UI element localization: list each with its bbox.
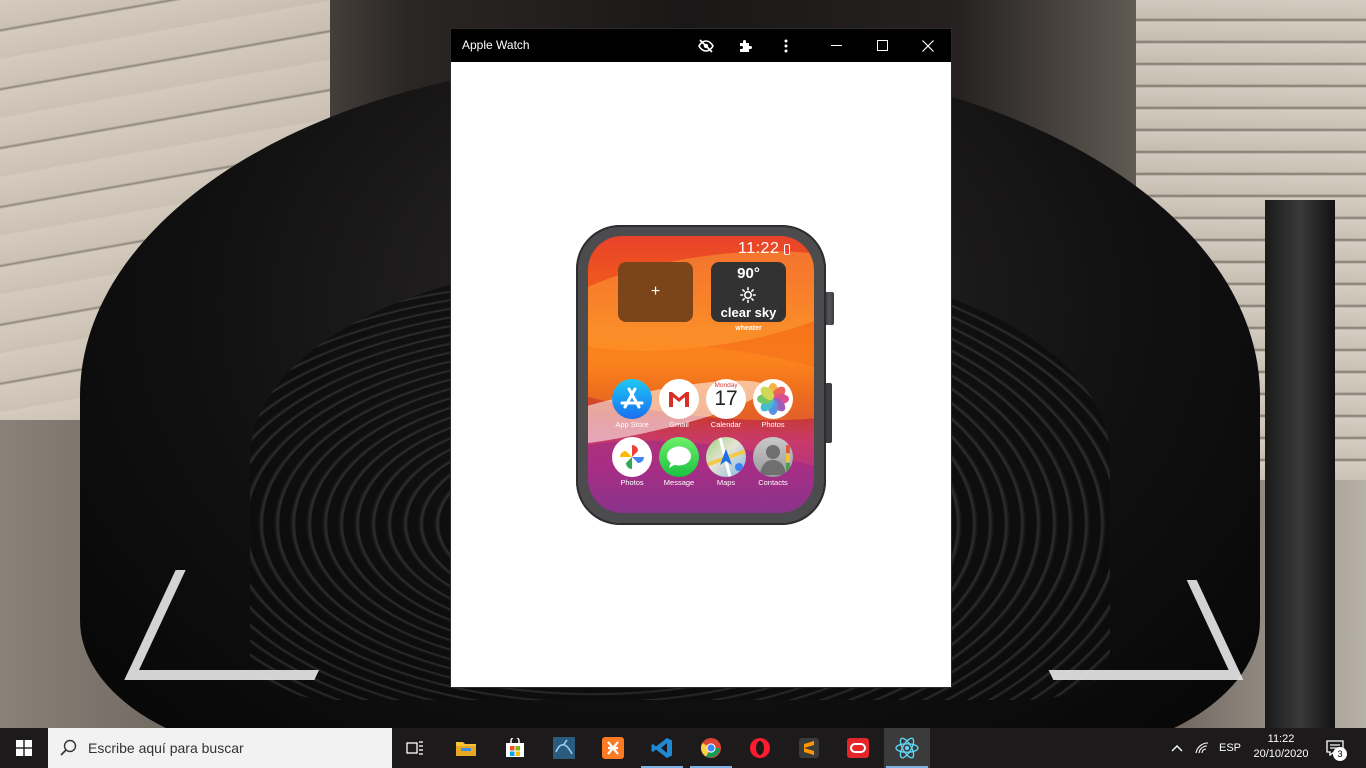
windows-icon (16, 740, 32, 756)
calendar-icon: Monday 17 (706, 379, 746, 419)
system-clock[interactable]: 11:22 20/10/2020 (1246, 728, 1316, 768)
app-label: Contacts (758, 478, 788, 487)
add-widget-label: + (650, 283, 661, 300)
app-label: Maps (716, 478, 736, 487)
weather-caption: wheater (735, 325, 762, 332)
minimize-icon[interactable] (821, 29, 851, 62)
app-contacts[interactable]: Contacts (750, 437, 796, 487)
more-vert-icon[interactable] (771, 29, 801, 62)
task-view-icon[interactable] (392, 728, 438, 768)
app-gmail[interactable]: Gmail (656, 379, 702, 429)
contacts-icon (753, 437, 793, 477)
wifi-icon[interactable] (1192, 728, 1212, 768)
weather-widget[interactable]: 90° clear sky (711, 262, 786, 322)
file-explorer-icon[interactable] (443, 728, 489, 768)
watch-side-button[interactable] (825, 383, 832, 443)
opera-icon[interactable] (737, 728, 783, 768)
app-google-photos[interactable]: Photos (609, 437, 655, 487)
app-label: App Store (615, 420, 649, 429)
window-title: Apple Watch (462, 38, 530, 52)
calendar-day-number: 17 (714, 387, 738, 410)
app-calendar[interactable]: Monday 17 Calendar (703, 379, 749, 429)
oracle-icon[interactable] (835, 728, 881, 768)
xampp-icon[interactable] (590, 728, 636, 768)
app-label: Photos (761, 420, 785, 429)
app-photos[interactable]: Photos (750, 379, 796, 429)
close-icon[interactable] (913, 29, 943, 62)
app-maps[interactable]: Maps (703, 437, 749, 487)
gmail-icon (659, 379, 699, 419)
clock-time: 11:22 (1267, 733, 1295, 745)
add-widget-button[interactable]: + (618, 262, 693, 322)
store-icon[interactable] (492, 728, 538, 768)
chrome-icon[interactable] (688, 728, 734, 768)
photos-icon (753, 379, 793, 419)
app-store-icon (612, 379, 652, 419)
weather-temperature: 90° (737, 265, 760, 282)
maximize-icon[interactable] (867, 29, 897, 62)
puzzle-icon[interactable] (730, 29, 760, 62)
watch-screen: 11:22 + 90° clear sky wheater App Store … (588, 236, 814, 513)
battery-icon (784, 244, 790, 255)
app-label: Gmail (669, 420, 689, 429)
chevron-up-icon[interactable] (1168, 728, 1186, 768)
app-window: Apple Watch 11:22 + 90° clear sky wheate… (451, 29, 951, 687)
wallpaper-pipe (1265, 200, 1335, 728)
sun-icon (740, 287, 756, 303)
clock-date: 20/10/2020 (1253, 748, 1309, 760)
watch-case: 11:22 + 90° clear sky wheater App Store … (576, 225, 826, 525)
app-app-store[interactable]: App Store (609, 379, 655, 429)
taskbar: Escribe aquí para buscar ESP 11:22 20/10… (0, 728, 1366, 768)
weather-description: clear sky (720, 305, 777, 320)
vscode-icon[interactable] (639, 728, 685, 768)
message-icon (659, 437, 699, 477)
google-photos-icon (612, 437, 652, 477)
start-button[interactable] (0, 728, 48, 768)
app-label: Photos (620, 478, 644, 487)
search-placeholder: Escribe aquí para buscar (88, 740, 244, 756)
mysql-workbench-icon[interactable] (541, 728, 587, 768)
title-bar[interactable]: Apple Watch (451, 29, 951, 62)
eye-off-icon[interactable] (691, 29, 721, 62)
app-label: Message (663, 478, 695, 487)
notification-count-badge: 3 (1333, 747, 1347, 761)
watch-clock: 11:22 (738, 240, 780, 257)
watch-digital-crown[interactable] (825, 292, 834, 325)
app-message[interactable]: Message (656, 437, 702, 487)
language-indicator[interactable]: ESP (1214, 728, 1246, 768)
language-label: ESP (1218, 742, 1241, 754)
search-icon (60, 739, 77, 756)
react-electron-icon[interactable] (884, 728, 930, 768)
taskbar-search-box[interactable]: Escribe aquí para buscar (48, 728, 392, 768)
app-label: Calendar (710, 420, 742, 429)
maps-icon (706, 437, 746, 477)
sublime-text-icon[interactable] (786, 728, 832, 768)
